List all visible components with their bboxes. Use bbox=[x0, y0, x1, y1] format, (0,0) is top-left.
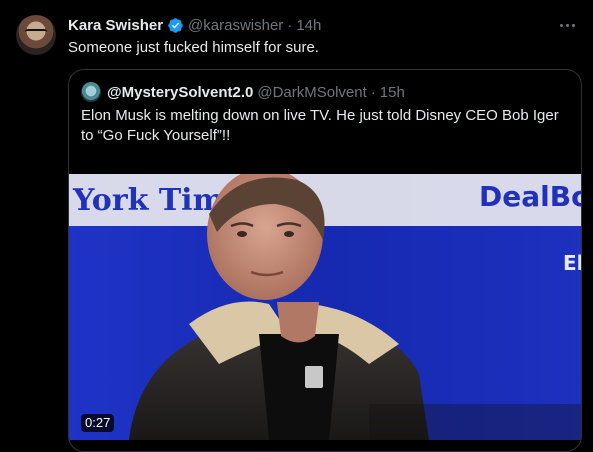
separator-dot: · bbox=[287, 16, 293, 34]
quoted-author-name[interactable]: @MysterySolvent2.0 bbox=[107, 84, 253, 101]
quoted-author-avatar[interactable] bbox=[81, 82, 101, 102]
author-avatar[interactable] bbox=[16, 15, 56, 55]
timestamp[interactable]: 14h bbox=[296, 17, 321, 34]
verified-badge-icon bbox=[167, 17, 184, 34]
tweet-header: Kara Swisher @karaswisher · 14h bbox=[68, 15, 321, 35]
video-frame: York Times DealBo El bbox=[69, 174, 582, 440]
author-name[interactable]: Kara Swisher bbox=[68, 17, 163, 34]
quoted-author-handle[interactable]: @DarkMSolvent bbox=[257, 84, 366, 101]
more-options-icon[interactable] bbox=[555, 17, 579, 33]
backdrop-right-small: El bbox=[563, 251, 582, 275]
separator-dot: · bbox=[370, 83, 376, 101]
quoted-timestamp[interactable]: 15h bbox=[380, 84, 405, 101]
quoted-tweet[interactable]: @MysterySolvent2.0 @DarkMSolvent · 15h E… bbox=[68, 69, 582, 452]
tweet-text: Someone just fucked himself for sure. bbox=[68, 39, 319, 56]
backdrop-right-text: DealBo bbox=[479, 180, 582, 213]
video-duration: 0:27 bbox=[81, 414, 115, 432]
video-player[interactable]: York Times DealBo El 0:27 bbox=[69, 174, 582, 440]
quoted-tweet-header: @MysterySolvent2.0 @DarkMSolvent · 15h bbox=[81, 82, 405, 102]
tweet[interactable]: Kara Swisher @karaswisher · 14h Someone … bbox=[0, 0, 593, 452]
author-handle[interactable]: @karaswisher bbox=[188, 17, 283, 34]
quoted-tweet-text: Elon Musk is melting down on live TV. He… bbox=[81, 107, 559, 144]
